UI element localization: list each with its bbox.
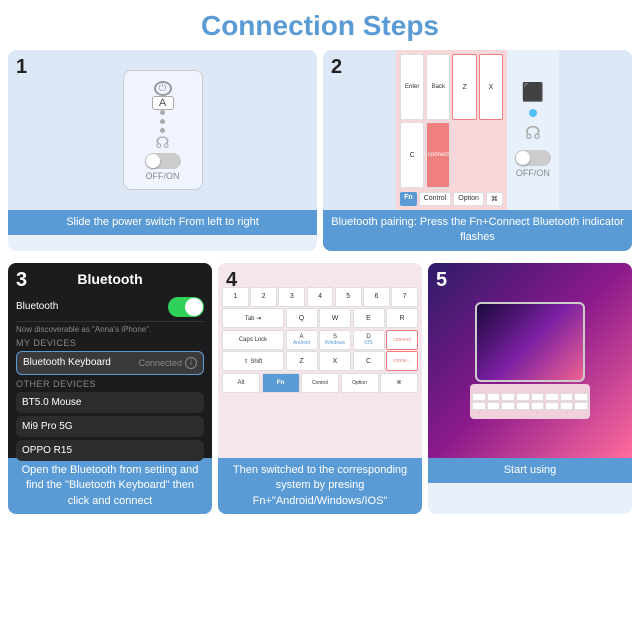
step4-card: 4 1 2 3 4 5 6 7 Tab ⇥ Q W E: [218, 263, 422, 514]
step3-discoverable: Now discoverable as "Anna's iPhone".: [16, 325, 204, 334]
step4-capslock: Caps Lock: [222, 330, 284, 350]
step4-row-zxc: ⇧ Shift Z X C conne...: [222, 351, 418, 371]
step1-number: 1: [16, 56, 27, 79]
step3-image: 3 Bluetooth Bluetooth Now discoverable a…: [8, 263, 212, 458]
step4-fn: Fn: [262, 373, 300, 393]
step4-key-7: 7: [391, 287, 418, 307]
step3-bluetooth-label: Bluetooth: [16, 301, 58, 312]
step3-bt-keyboard-row[interactable]: Bluetooth Keyboard Connected i: [16, 351, 204, 375]
step4-a: A Android: [286, 330, 318, 350]
step4-key-5: 5: [335, 287, 362, 307]
step1-card: 1 ⏻ A ☊ OFF/ON Slide th: [8, 50, 317, 251]
bluetooth-icon: ☊: [155, 133, 169, 153]
kbd-key-c: C: [400, 122, 424, 188]
step4-key-4: 4: [307, 287, 334, 307]
step4-row-bottom: Alt Fn Control Option ⌘: [222, 373, 418, 393]
page-title: Connection Steps: [0, 0, 640, 50]
step4-c2: C: [353, 351, 385, 371]
step3-card: 3 Bluetooth Bluetooth Now discoverable a…: [8, 263, 212, 514]
step1-label: Slide the power switch From left to righ…: [8, 210, 317, 235]
step3-other2[interactable]: Mi9 Pro 5G: [16, 416, 204, 437]
step4-x: X: [319, 351, 351, 371]
kbd-key-z: Z: [452, 54, 476, 120]
step2-offon: OFF/ON: [515, 168, 551, 178]
step2-blue-dot-wrapper: [529, 109, 537, 117]
key-a: A: [152, 96, 174, 110]
step4-label: Then switched to the corresponding syste…: [218, 458, 422, 514]
step2-key-area: Enter Back Z X C connect Fn Control Opti…: [396, 50, 507, 210]
step4-d: D iOS: [353, 330, 385, 350]
step4-tab: Tab ⇥: [222, 308, 284, 328]
step3-toggle[interactable]: [168, 297, 204, 317]
step2-usb-icon: ⬛: [522, 82, 544, 103]
kbd-key-x: X: [479, 54, 503, 120]
dots-decoration: [160, 110, 165, 133]
step2-blue-dot: [529, 109, 537, 117]
kbd-key-backspace: Back: [426, 54, 450, 120]
step5-device: [470, 302, 590, 419]
step3-label: Open the Bluetooth from setting and find…: [8, 458, 212, 514]
step3-other1[interactable]: BT5.0 Mouse: [16, 392, 204, 413]
step4-mini-kbd: 1 2 3 4 5 6 7 Tab ⇥ Q W E R: [222, 287, 418, 395]
step4-w: W: [319, 308, 351, 328]
step4-e: E: [353, 308, 385, 328]
step2-label: Bluetooth pairing: Press the Fn+Connect …: [323, 210, 632, 251]
step4-connect2: conne...: [386, 351, 418, 371]
step5-screen: [477, 304, 583, 380]
step5-mini-keys: [470, 391, 590, 412]
step2-switch-wrapper: OFF/ON: [515, 150, 551, 178]
kbd-option: Option: [453, 192, 484, 206]
step2-device-right: ⬛ ☊ OFF/ON: [507, 50, 559, 210]
step1-keyboard: ⏻ A ☊ OFF/ON: [123, 70, 203, 190]
step4-r: R: [386, 308, 418, 328]
step1-image: 1 ⏻ A ☊ OFF/ON: [8, 50, 317, 210]
kbd-command: ⌘: [486, 192, 503, 206]
step3-bt-row: Bluetooth: [16, 293, 204, 322]
step4-alt: Alt: [222, 373, 260, 393]
step4-row-nums: 1 2 3 4 5 6 7: [222, 287, 418, 307]
step4-command: ⌘: [380, 373, 418, 393]
step4-s: S Windows: [319, 330, 351, 350]
step4-number: 4: [226, 269, 237, 292]
step2-image: 2 Enter Back Z X C connect Fn Control: [323, 50, 632, 210]
step3-number: 3: [16, 269, 27, 292]
step2-card: 2 Enter Back Z X C connect Fn Control: [323, 50, 632, 251]
step3-my-devices-title: MY DEVICES: [16, 338, 204, 348]
step3-info-icon[interactable]: i: [185, 357, 197, 369]
kbd-key-enter: Enter: [400, 54, 424, 120]
step2-number: 2: [331, 56, 342, 79]
step5-label: Start using: [428, 458, 632, 483]
step4-z: Z: [286, 351, 318, 371]
step4-key-2: 2: [250, 287, 277, 307]
step5-card: 5: [428, 263, 632, 514]
step4-key-3: 3: [278, 287, 305, 307]
step2-keyboard-top: Enter Back Z X C connect Fn Control Opti…: [396, 50, 559, 210]
step3-connected-badge: Connected i: [138, 357, 197, 369]
kbd-fn: Fn: [400, 192, 417, 206]
step4-ctrl: Control: [301, 373, 339, 393]
kbd-key-connect: connect: [426, 122, 450, 188]
switch-wrapper: OFF/ON: [145, 153, 181, 181]
step2-bt-symbol: ☊: [525, 123, 541, 144]
step3-bt-title: Bluetooth: [16, 271, 204, 287]
step4-connect: connect: [386, 330, 418, 350]
step4-q: Q: [286, 308, 318, 328]
step4-option: Option: [341, 373, 379, 393]
step5-tablet: [475, 302, 585, 382]
step4-row-qwer: Tab ⇥ Q W E R: [222, 308, 418, 328]
offon-label: OFF/ON: [145, 171, 181, 181]
step3-other3[interactable]: OPPO R15: [16, 440, 204, 461]
step5-image: 5: [428, 263, 632, 458]
step4-image: 4 1 2 3 4 5 6 7 Tab ⇥ Q W E: [218, 263, 422, 458]
step3-device-name: Bluetooth Keyboard: [23, 357, 111, 368]
step4-row-asdf: Caps Lock A Android S Windows D iOS conn…: [222, 330, 418, 350]
step5-number: 5: [436, 269, 447, 292]
step4-key-6: 6: [363, 287, 390, 307]
step4-shift: ⇧ Shift: [222, 351, 284, 371]
step3-other-devices-title: OTHER DEVICES: [16, 379, 204, 389]
kbd-control: Control: [419, 192, 452, 206]
power-icon: ⏻: [154, 81, 172, 96]
step5-keyboard: [470, 384, 590, 419]
